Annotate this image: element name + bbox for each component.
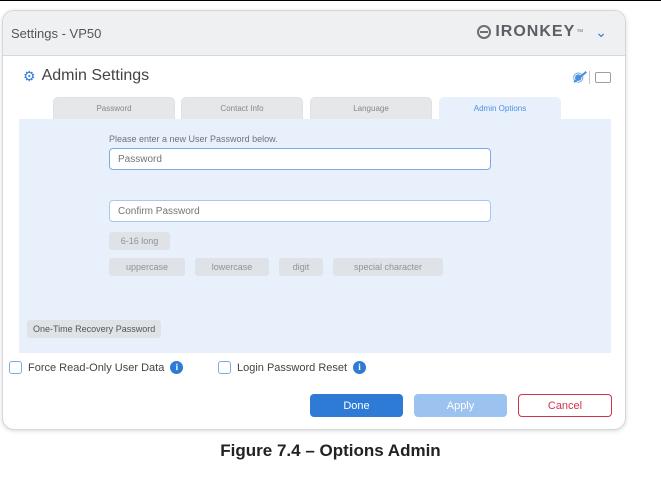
force-read-only-label: Force Read-Only User Data	[28, 361, 165, 374]
tab-bar: Password Contact Info Language Admin Opt…	[53, 97, 563, 119]
cancel-button[interactable]: Cancel	[518, 394, 612, 417]
login-password-reset-checkbox[interactable]	[218, 361, 231, 374]
section-title: Admin Settings	[41, 67, 150, 84]
brand-trademark: ™	[576, 28, 584, 36]
one-time-recovery-password-button[interactable]: One-Time Recovery Password	[27, 320, 162, 338]
req-length-chip: 6-16 long	[109, 232, 170, 250]
info-icon[interactable]: i	[170, 361, 184, 374]
figure-caption: Figure 7.4 – Options Admin	[220, 441, 441, 460]
confirm-password-input[interactable]	[109, 200, 491, 222]
login-password-reset-label: Login Password Reset	[237, 361, 348, 374]
view-tools: ◉	[573, 69, 611, 85]
title-bar: Settings - VP50 IRONKEY ™ ⌄	[3, 11, 625, 56]
chevron-down-icon[interactable]: ⌄	[595, 24, 607, 41]
settings-window: Settings - VP50 IRONKEY ™ ⌄ ⚙ Admin Sett…	[2, 10, 626, 430]
req-uppercase-chip: uppercase	[109, 258, 185, 276]
tab-password[interactable]: Password	[53, 97, 175, 119]
apply-button[interactable]: Apply	[414, 394, 507, 417]
info-icon[interactable]: i	[353, 361, 367, 374]
admin-options-panel: Please enter a new User Password below. …	[19, 119, 611, 353]
force-read-only-checkbox[interactable]	[9, 361, 22, 374]
tab-admin-options[interactable]: Admin Options	[439, 97, 561, 119]
tool-divider	[589, 70, 590, 84]
eye-off-icon[interactable]: ◉	[573, 69, 584, 85]
req-digit-chip: digit	[279, 258, 323, 276]
brand-menu[interactable]: IRONKEY ™ ⌄	[477, 23, 607, 41]
option-force-read-only: Force Read-Only User Data i	[9, 361, 184, 374]
keyboard-icon[interactable]	[595, 71, 611, 83]
req-special-chip: special character	[333, 258, 443, 276]
tab-language[interactable]: Language	[310, 97, 432, 119]
req-lowercase-chip: lowercase	[195, 258, 269, 276]
brand-name: IRONKEY	[495, 23, 576, 40]
option-login-password-reset: Login Password Reset i	[218, 361, 367, 374]
instruction-text: Please enter a new User Password below.	[109, 134, 278, 144]
done-button[interactable]: Done	[310, 394, 403, 417]
gear-icon: ⚙	[23, 67, 36, 84]
section-header: ⚙ Admin Settings	[23, 67, 149, 85]
window-title: Settings - VP50	[11, 26, 102, 41]
page-top-rule	[0, 0, 661, 1]
password-input[interactable]	[109, 148, 491, 170]
tab-contact-info[interactable]: Contact Info	[181, 97, 303, 119]
ironkey-logo-icon	[477, 25, 492, 39]
